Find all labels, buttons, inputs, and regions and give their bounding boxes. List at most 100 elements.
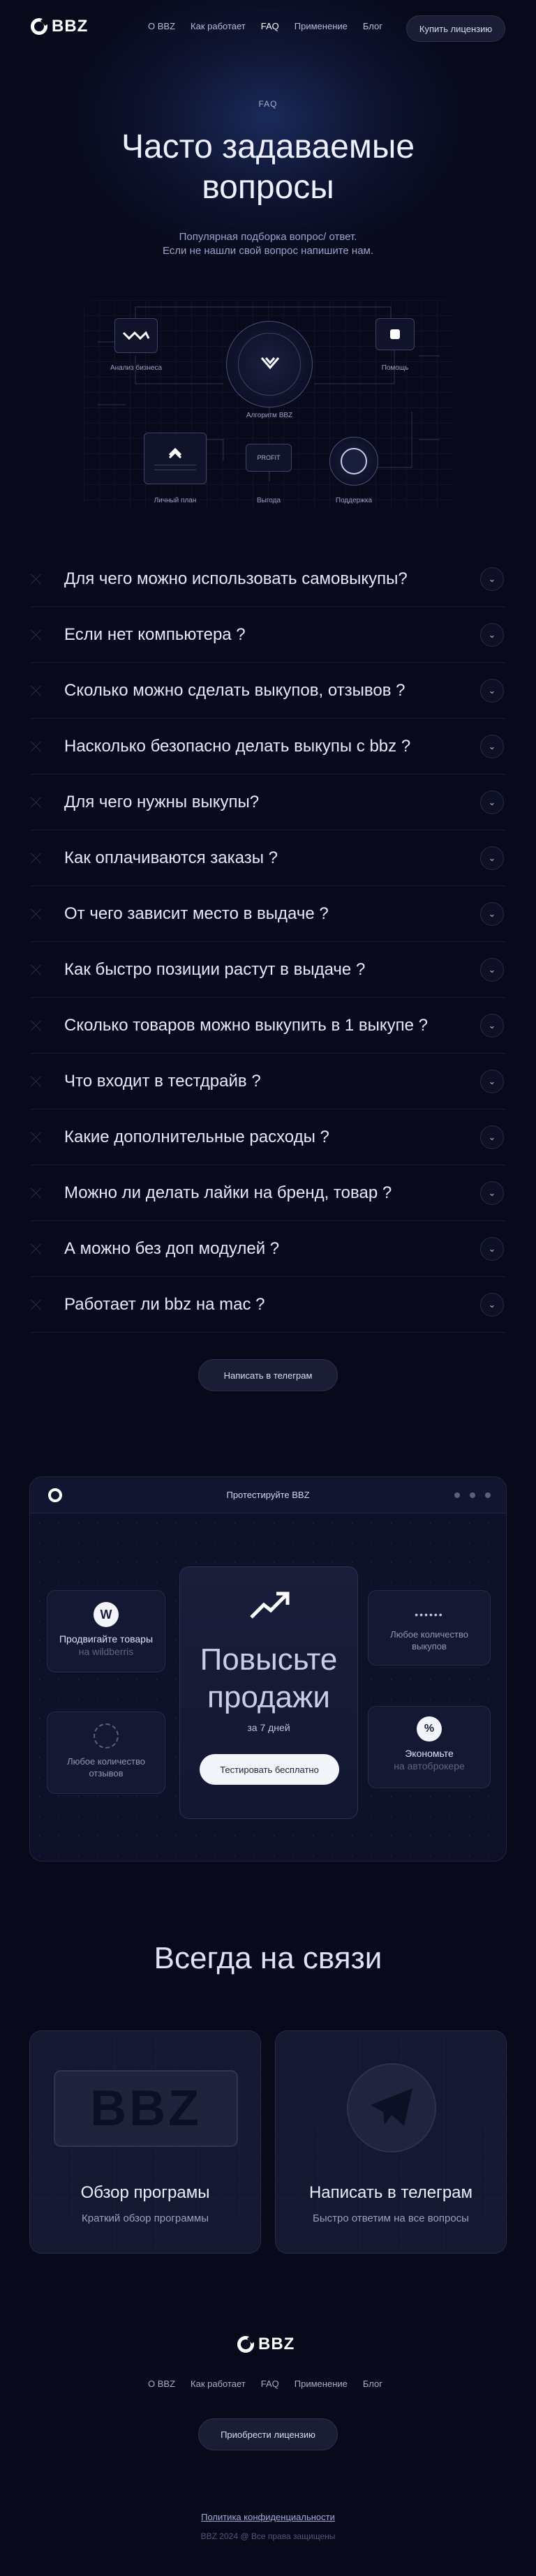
- buy-license-footer-button[interactable]: Приобрести лицензию: [198, 2418, 338, 2450]
- telegram-card[interactable]: Написать в телеграм Быстро ответим на вс…: [275, 2030, 507, 2254]
- chevron-down-icon[interactable]: ⌄: [480, 846, 504, 870]
- test-free-button[interactable]: Тестировать бесплатно: [200, 1754, 339, 1785]
- algorithm-circle: [226, 321, 313, 407]
- footer-nav-usage[interactable]: Применение: [295, 2379, 348, 2389]
- faq-question: Какие дополнительные расходы ?: [64, 1127, 329, 1146]
- feature-card-save: % Экономьте на автоброкере: [368, 1706, 491, 1788]
- footer-nav-how-it-works[interactable]: Как работает: [191, 2379, 246, 2389]
- promo-title-line2: продажи: [207, 1680, 330, 1714]
- faq-question: Как оплачиваются заказы ?: [64, 848, 278, 867]
- faq-question: От чего зависит место в выдаче ?: [64, 904, 329, 923]
- cross-icon: [31, 574, 42, 585]
- chevron-down-icon[interactable]: ⌄: [480, 622, 504, 647]
- label-personal-plan: Личный план: [154, 497, 197, 504]
- nav-item-blog[interactable]: Блог: [363, 21, 382, 31]
- footer-nav-faq[interactable]: FAQ: [261, 2379, 279, 2389]
- faq-item[interactable]: Сколько товаров можно выкупить в 1 выкуп…: [31, 998, 505, 1054]
- waveform-icon: [122, 331, 150, 340]
- cross-icon: [31, 853, 42, 864]
- faq-item[interactable]: Если нет компьютера ? ⌄: [31, 607, 505, 663]
- support-circle: [329, 437, 378, 486]
- wildberries-icon: W: [94, 1602, 119, 1627]
- nav-item-faq[interactable]: FAQ: [261, 21, 279, 31]
- label-algorithm: Алгоритм BBZ: [246, 412, 293, 419]
- support-icon: [341, 448, 367, 474]
- chevron-down-icon[interactable]: ⌄: [480, 678, 504, 703]
- write-telegram-button[interactable]: Написать в телеграм: [198, 1359, 338, 1391]
- chevron-down-icon[interactable]: ⌄: [480, 957, 504, 982]
- profit-chip: PROFIT: [246, 444, 292, 472]
- dot-icon: [454, 1492, 460, 1498]
- chevron-down-icon[interactable]: ⌄: [480, 567, 504, 591]
- chevron-down-icon[interactable]: ⌄: [480, 1181, 504, 1205]
- faq-question: А можно без доп модулей ?: [64, 1238, 280, 1258]
- chevron-down-icon[interactable]: ⌄: [480, 1292, 504, 1317]
- card-subtitle: отзывов: [89, 1768, 124, 1779]
- cross-icon: [31, 797, 42, 808]
- logo[interactable]: BBZ: [31, 17, 88, 36]
- bbz-plate: BBZ: [54, 2070, 238, 2147]
- faq-item[interactable]: Что входит в тестдрайв ? ⌄: [31, 1054, 505, 1109]
- card-subtitle: Быстро ответим на все вопросы: [313, 2212, 469, 2224]
- panel-title: Протестируйте BBZ: [226, 1490, 310, 1500]
- faq-question: Что входит в тестдрайв ?: [64, 1071, 261, 1091]
- chevron-down-icon[interactable]: ⌄: [480, 790, 504, 814]
- faq-item[interactable]: Для чего нужны выкупы? ⌄: [31, 774, 505, 830]
- page-subtitle-line1: Популярная подборка вопрос/ ответ.: [179, 231, 357, 243]
- label-business-analysis: Анализ бизнеса: [110, 364, 163, 372]
- help-chip: [375, 318, 415, 350]
- card-title: Обзор програмы: [80, 2183, 210, 2202]
- faq-item[interactable]: Какие дополнительные расходы ? ⌄: [31, 1109, 505, 1165]
- faq-question: Сколько товаров можно выкупить в 1 выкуп…: [64, 1015, 429, 1035]
- cross-icon: [31, 629, 42, 641]
- chevron-down-icon[interactable]: ⌄: [480, 734, 504, 758]
- nav-item-about[interactable]: О BBZ: [148, 21, 175, 31]
- card-title: Любое количество: [390, 1629, 468, 1640]
- faq-item[interactable]: Можно ли делать лайки на бренд, товар ? ⌄: [31, 1165, 505, 1221]
- faq-item[interactable]: От чего зависит место в выдаче ? ⌄: [31, 886, 505, 942]
- cross-icon: [31, 908, 42, 920]
- page-title-line2: вопросы: [202, 169, 334, 206]
- faq-item[interactable]: Насколько безопасно делать выкупы с bbz …: [31, 719, 505, 774]
- cross-icon: [31, 1132, 42, 1143]
- section-title: Всегда на связи: [154, 1941, 382, 1975]
- footer-nav-about[interactable]: О BBZ: [148, 2379, 175, 2389]
- privacy-policy-link[interactable]: Политика конфиденциальности: [0, 2512, 536, 2522]
- nav-item-usage[interactable]: Применение: [295, 21, 348, 31]
- logo-text: BBZ: [258, 2335, 295, 2353]
- business-analysis-chip: [114, 318, 158, 353]
- page-subtitle-line2: Если не нашли свой вопрос напишите нам.: [162, 245, 374, 257]
- chevron-down-icon[interactable]: ⌄: [480, 1125, 504, 1149]
- chevron-down-icon[interactable]: ⌄: [480, 1069, 504, 1093]
- promo-title-line1: Повысьте: [200, 1642, 338, 1677]
- faq-item[interactable]: Как быстро позиции растут в выдаче ? ⌄: [31, 942, 505, 998]
- dots-icon: ••••••: [415, 1609, 444, 1620]
- footer-logo[interactable]: BBZ: [237, 2335, 295, 2354]
- feature-card-purchases: •••••• Любое количество выкупов: [368, 1590, 491, 1665]
- chevron-up-icon: [168, 447, 182, 459]
- cross-icon: [31, 964, 42, 975]
- overview-card[interactable]: BBZ Обзор програмы Краткий обзор програм…: [29, 2030, 261, 2254]
- faq-item[interactable]: А можно без доп модулей ? ⌄: [31, 1221, 505, 1277]
- page-title-line1: Часто задаваемые: [121, 128, 415, 165]
- chevron-down-icon[interactable]: ⌄: [480, 901, 504, 926]
- personal-plan-chip: [144, 433, 207, 484]
- cross-icon: [31, 685, 42, 696]
- faq-item[interactable]: Для чего можно использовать самовыкупы? ⌄: [31, 551, 505, 607]
- panel-titlebar: Протестируйте BBZ: [30, 1477, 506, 1513]
- help-icon: [390, 329, 400, 339]
- logo-text: BBZ: [52, 17, 89, 36]
- nav-item-how-it-works[interactable]: Как работает: [191, 21, 246, 31]
- main-nav: О BBZ Как работает FAQ Применение Блог: [148, 21, 382, 31]
- faq-item[interactable]: Как оплачиваются заказы ? ⌄: [31, 830, 505, 886]
- section-tag: FAQ: [258, 99, 278, 109]
- footer-nav-blog[interactable]: Блог: [363, 2379, 382, 2389]
- feature-card-reviews: Любое количество отзывов: [47, 1712, 165, 1794]
- chevron-down-icon[interactable]: ⌄: [480, 1013, 504, 1038]
- label-help: Помощь: [381, 364, 409, 372]
- buy-license-button[interactable]: Купить лицензию: [406, 15, 505, 42]
- card-title: Написать в телеграм: [308, 2183, 473, 2202]
- faq-item[interactable]: Сколько можно сделать выкупов, отзывов ?…: [31, 663, 505, 719]
- faq-item[interactable]: Работает ли bbz на mac ? ⌄: [31, 1277, 505, 1333]
- chevron-down-icon[interactable]: ⌄: [480, 1236, 504, 1261]
